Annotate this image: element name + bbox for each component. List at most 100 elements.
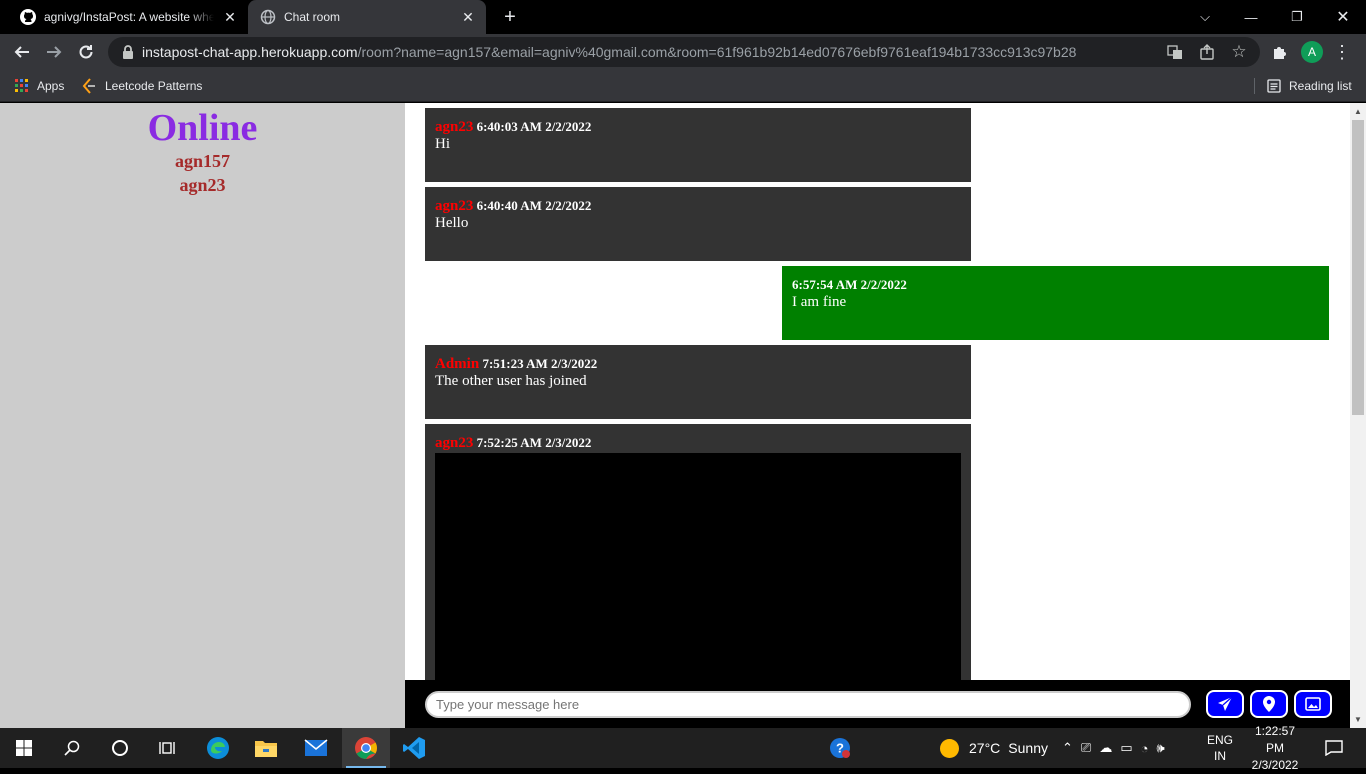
help-icon[interactable]: ? xyxy=(816,728,864,768)
tab-github[interactable]: agnivg/InstaPost: A website where ✕ xyxy=(12,0,248,34)
restore-icon[interactable]: ❐ xyxy=(1274,0,1320,34)
bookmark-label: Apps xyxy=(37,79,65,93)
search-icon[interactable] xyxy=(48,728,96,768)
url-text: instapost-chat-app.herokuapp.com/room?na… xyxy=(142,44,1077,60)
message-image[interactable] xyxy=(435,453,961,680)
lock-icon[interactable] xyxy=(120,44,136,60)
message-author: agn23 xyxy=(435,198,474,214)
message-input[interactable] xyxy=(425,691,1191,718)
weather-temp: 27°C xyxy=(969,740,1001,756)
browser-tab-strip: agnivg/InstaPost: A website where ✕ Chat… xyxy=(0,0,1366,34)
online-title: Online xyxy=(147,107,258,149)
weather-desc: Sunny xyxy=(1008,740,1048,756)
sun-icon xyxy=(940,738,959,758)
page-scrollbar[interactable]: ▲ ▼ xyxy=(1350,103,1366,728)
close-tab-icon[interactable]: ✕ xyxy=(460,9,476,25)
tab-title: agnivg/InstaPost: A website where xyxy=(44,10,214,24)
bookmarks-bar: Apps Leetcode Patterns Reading list xyxy=(0,70,1366,102)
close-tab-icon[interactable]: ✕ xyxy=(222,9,238,25)
cortana-icon[interactable] xyxy=(96,728,144,768)
clock-date: 2/3/2022 xyxy=(1251,757,1299,772)
scroll-up-arrow-icon[interactable]: ▲ xyxy=(1350,103,1366,120)
menu-kebab-icon[interactable]: ⋮ xyxy=(1328,38,1356,66)
message-author: Admin xyxy=(435,356,480,372)
tab-title: Chat room xyxy=(284,10,341,24)
scroll-down-arrow-icon[interactable]: ▼ xyxy=(1350,711,1366,728)
location-pin-icon xyxy=(1263,696,1275,712)
chrome-icon[interactable] xyxy=(342,728,390,768)
window-close-icon[interactable]: ✕ xyxy=(1320,0,1366,34)
forward-arrow-icon[interactable] xyxy=(40,38,68,66)
language-indicator[interactable]: ENG IN xyxy=(1207,728,1233,768)
apps-grid-icon xyxy=(15,79,29,93)
message-text: The other user has joined xyxy=(435,373,587,389)
reading-list-label: Reading list xyxy=(1289,79,1352,93)
vscode-icon[interactable] xyxy=(390,728,438,768)
language-code: ENG xyxy=(1207,733,1234,747)
volume-icon[interactable]: 🕪 xyxy=(1156,740,1164,756)
windows-start-icon[interactable] xyxy=(0,728,48,768)
send-image-button[interactable] xyxy=(1294,690,1332,718)
translate-icon[interactable] xyxy=(1166,43,1184,61)
message-bubble: agn23 6:40:40 AM 2/2/2022 Hello xyxy=(425,187,971,261)
back-arrow-icon[interactable] xyxy=(8,38,36,66)
message-author: agn23 xyxy=(435,435,474,451)
message-text: Hi xyxy=(435,136,450,152)
file-explorer-icon[interactable] xyxy=(242,728,290,768)
online-user: agn23 xyxy=(179,175,226,195)
share-location-button[interactable] xyxy=(1250,690,1288,718)
globe-icon xyxy=(260,9,276,25)
reload-icon[interactable] xyxy=(72,38,100,66)
wifi-icon[interactable]: ◔ xyxy=(1141,741,1149,756)
mail-icon[interactable] xyxy=(292,728,340,768)
system-tray: ⌃ ⎚ ☁ ▭ ◔ 🕪 xyxy=(1062,728,1165,768)
message-time: 6:40:40 AM 2/2/2022 xyxy=(476,198,592,213)
image-icon xyxy=(1305,697,1321,711)
leetcode-icon xyxy=(81,78,97,94)
message-text: I am fine xyxy=(792,294,847,310)
bookmark-label: Leetcode Patterns xyxy=(105,79,203,93)
send-button[interactable] xyxy=(1206,690,1244,718)
message-list[interactable]: agn23 6:40:03 AM 2/2/2022 Hi agn23 6:40:… xyxy=(405,103,1350,680)
message-text: Hello xyxy=(435,215,469,231)
extensions-puzzle-icon[interactable] xyxy=(1266,38,1294,66)
bookmark-apps[interactable]: Apps xyxy=(15,76,64,96)
edge-browser-icon[interactable] xyxy=(194,728,242,768)
onedrive-cloud-icon[interactable]: ☁ xyxy=(1099,740,1112,756)
own-message-bubble: 6:57:54 AM 2/2/2022 I am fine xyxy=(782,266,1329,340)
address-bar[interactable]: instapost-chat-app.herokuapp.com/room?na… xyxy=(108,37,1260,67)
reading-list-button[interactable]: Reading list xyxy=(1267,76,1352,96)
chat-room-page: Online agn157 agn23 agn23 6:40:03 AM 2/2… xyxy=(0,103,1366,728)
scrollbar-thumb[interactable] xyxy=(1352,120,1364,415)
browser-toolbar: instapost-chat-app.herokuapp.com/room?na… xyxy=(0,34,1366,70)
message-time: 6:40:03 AM 2/2/2022 xyxy=(476,119,592,134)
message-bubble: agn23 7:52:25 AM 2/3/2022 xyxy=(425,424,971,680)
profile-avatar[interactable]: A xyxy=(1301,41,1323,63)
weather-widget[interactable]: 27°C Sunny xyxy=(940,728,1048,768)
share-icon[interactable] xyxy=(1198,43,1216,61)
message-time: 7:51:23 AM 2/3/2022 xyxy=(482,356,598,371)
tab-chat-room[interactable]: Chat room ✕ xyxy=(248,0,486,34)
battery-icon[interactable]: ▭ xyxy=(1120,740,1132,756)
online-users-sidebar: Online agn157 agn23 xyxy=(0,103,405,728)
message-time: 6:57:54 AM 2/2/2022 xyxy=(792,277,907,292)
online-user: agn157 xyxy=(174,151,230,171)
clock-time: 1:22:57 PM xyxy=(1254,723,1296,755)
bookmark-star-icon[interactable]: ☆ xyxy=(1230,42,1248,61)
clock[interactable]: 1:22:57 PM 2/3/2022 xyxy=(1245,724,1305,772)
paper-plane-icon xyxy=(1218,696,1233,711)
message-composer xyxy=(405,680,1350,728)
reading-list-icon xyxy=(1267,79,1281,93)
message-time: 7:52:25 AM 2/3/2022 xyxy=(476,435,592,450)
message-bubble: Admin 7:51:23 AM 2/3/2022 The other user… xyxy=(425,345,971,419)
notifications-icon[interactable] xyxy=(1310,728,1358,768)
bookmark-leetcode-patterns[interactable]: Leetcode Patterns xyxy=(81,76,202,96)
meet-now-icon[interactable]: ⎚ xyxy=(1081,740,1091,756)
chevron-up-icon[interactable]: ⌃ xyxy=(1062,740,1073,756)
tab-search-chevron-icon[interactable]: ⌵ xyxy=(1182,0,1228,34)
minimize-icon[interactable]: — xyxy=(1228,0,1274,34)
new-tab-plus-icon[interactable]: + xyxy=(498,5,522,29)
task-view-icon[interactable] xyxy=(144,728,192,768)
github-icon xyxy=(20,9,36,25)
message-author: agn23 xyxy=(435,119,474,135)
